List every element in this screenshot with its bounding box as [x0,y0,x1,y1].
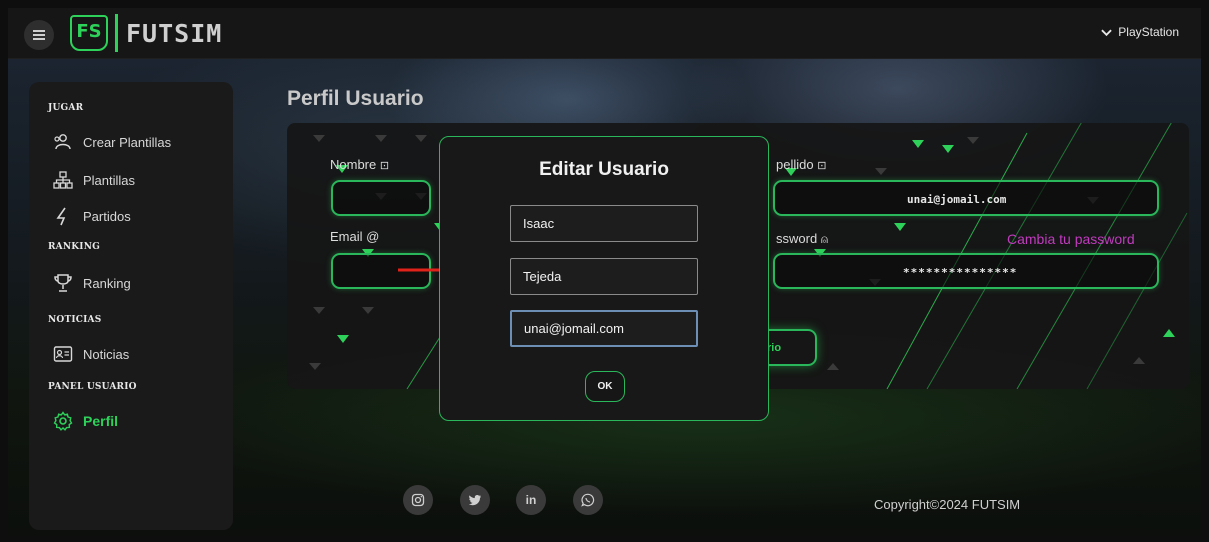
edit-user-modal: Editar Usuario OK [439,136,769,421]
sidebar-item-label: Partidos [83,208,131,224]
whatsapp-icon[interactable] [573,485,603,515]
sidebar-item-crear-plantillas[interactable]: Crear Plantillas [53,132,171,152]
gear-icon [53,411,73,431]
instagram-icon[interactable] [403,485,433,515]
section-title-ranking: RANKING [48,242,101,252]
lightning-icon [56,207,66,226]
sidebar-item-label: Crear Plantillas [83,134,172,150]
id-card-icon [53,346,73,362]
app-window: FS FUTSIM PlayStation JUGAR Crear Planti… [8,8,1201,536]
platform-selector[interactable]: PlayStation [1101,25,1179,39]
sidebar-item-perfil[interactable]: Perfil [53,411,118,431]
platform-label: PlayStation [1118,25,1179,39]
app-title: FUTSIM [126,19,223,48]
apellido-label: pellido ⊡ [776,157,827,172]
first-name-input[interactable] [510,205,698,242]
password-value: *************** [903,266,1018,279]
sidebar-item-label: Ranking [83,275,131,291]
nombre-label: Nombre ⊡ [330,157,390,172]
password-label: ssword ⍝ [776,231,829,246]
email-input[interactable] [510,310,698,347]
section-title-jugar: JUGAR [48,103,84,113]
change-password-link[interactable]: Cambia tu password [1007,231,1135,247]
hamburger-menu-icon[interactable] [24,20,54,50]
sidebar-item-label: Plantillas [83,172,136,188]
copyright-text: Copyright©2024 FUTSIM [874,497,1021,512]
sidebar-item-partidos[interactable]: Partidos [53,206,131,226]
sidebar-item-label: Perfil [83,413,119,429]
hierarchy-icon [53,171,73,189]
section-title-panel-usuario: PANEL USUARIO [48,382,137,392]
sidebar-item-noticias[interactable]: Noticias [53,344,129,364]
last-name-input[interactable] [510,258,698,295]
sidebar-item-label: Noticias [83,346,130,362]
sidebar: JUGAR Crear Plantillas Plantillas Partid… [29,82,233,530]
linkedin-icon[interactable]: in [516,485,546,515]
twitter-icon[interactable] [460,485,490,515]
logo-divider [115,14,118,52]
top-bar: FS FUTSIM PlayStation [8,8,1201,59]
logo-badge: FS [70,15,108,51]
sidebar-item-plantillas[interactable]: Plantillas [53,170,135,190]
email-display-value: unai@jomail.com [907,193,1007,206]
ok-button[interactable]: OK [585,371,625,402]
email-label: Email @ [330,229,380,244]
nombre-field[interactable] [331,180,431,216]
modal-title: Editar Usuario [539,159,669,180]
chevron-down-icon [1101,29,1113,36]
users-add-icon [54,134,71,150]
trophy-icon [54,274,72,292]
page-title: Perfil Usuario [287,87,424,110]
sidebar-item-ranking[interactable]: Ranking [53,273,131,293]
section-title-noticias: NOTICIAS [48,315,102,325]
